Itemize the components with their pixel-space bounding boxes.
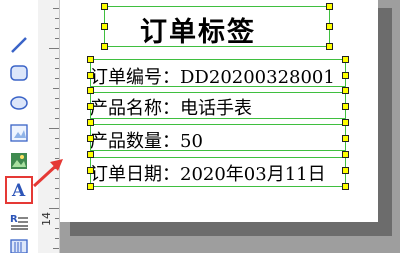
rounded-rectangle-tool-icon[interactable]	[8, 62, 30, 84]
svg-text:A: A	[11, 181, 26, 200]
rich-text-tool-icon[interactable]: R	[8, 210, 30, 232]
ruler-number: 14	[40, 212, 53, 226]
image-tool-icon[interactable]	[8, 122, 30, 144]
ellipse-tool-icon[interactable]	[8, 92, 30, 114]
svg-text:R: R	[10, 214, 18, 225]
text-tool-icon[interactable]: A	[5, 176, 33, 204]
design-canvas[interactable]: 订单标签 订单编号：DD20200328001 产品名称：电话手表 产品数量：5…	[60, 0, 400, 253]
vertical-ruler: 14	[38, 0, 60, 253]
line-tool-icon[interactable]	[8, 34, 30, 56]
barcode-tool-icon[interactable]	[8, 238, 30, 260]
drawing-toolbar: A R	[0, 0, 38, 253]
picture-tool-icon[interactable]	[8, 150, 30, 172]
order-date-text[interactable]: 订单日期：2020年03月11日	[90, 160, 326, 186]
product-name-text[interactable]: 产品名称：电话手表	[90, 94, 252, 120]
label-paper[interactable]: 订单标签 订单编号：DD20200328001 产品名称：电话手表 产品数量：5…	[60, 0, 378, 222]
label-title[interactable]: 订单标签	[140, 10, 256, 49]
